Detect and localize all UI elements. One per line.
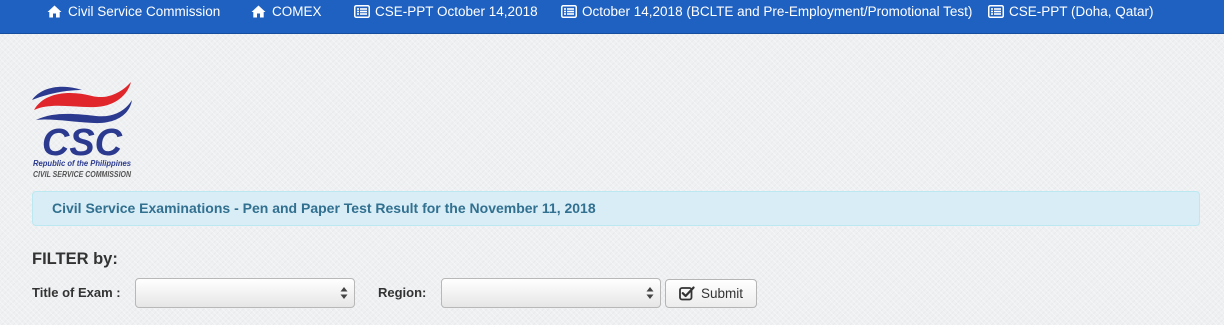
region-select[interactable] [441,278,661,308]
nav-item-comex[interactable]: COMEX [251,0,322,23]
alert-text: Civil Service Examinations - Pen and Pap… [52,200,596,216]
nav-item-bclte[interactable]: October 14,2018 (BCLTE and Pre-Employmen… [561,0,972,23]
exam-title-select[interactable] [135,278,355,308]
list-icon [988,5,1004,19]
home-icon [47,5,63,19]
list-icon [561,5,577,19]
nav-item-label: COMEX [272,4,322,19]
nav-item-civil-service-commission[interactable]: Civil Service Commission [47,0,220,23]
csc-logo: CSC Republic of the Philippines CIVIL SE… [30,80,134,182]
select-arrows-icon [340,286,348,300]
select-arrows-icon [646,286,654,300]
home-icon [251,5,267,19]
submit-label: Submit [700,286,744,301]
logo-line1: Republic of the Philippines [33,158,131,168]
filter-title: FILTER by: [32,250,118,268]
nav-item-label: CSE-PPT (Doha, Qatar) [1009,4,1154,19]
check-square-icon [679,286,695,301]
nav-item-label: CSE-PPT October 14,2018 [375,4,538,19]
nav-item-cse-ppt-doha[interactable]: CSE-PPT (Doha, Qatar) [988,0,1154,23]
logo-line2: CIVIL SERVICE COMMISSION [33,170,131,179]
nav-item-label: October 14,2018 (BCLTE and Pre-Employmen… [582,4,973,19]
info-alert: Civil Service Examinations - Pen and Pap… [32,191,1200,226]
top-navbar: Civil Service Commission COMEX CSE-PPT O… [0,0,1224,34]
exam-title-label: Title of Exam : [32,285,121,300]
nav-item-cse-ppt-october[interactable]: CSE-PPT October 14,2018 [354,0,538,23]
region-label: Region: [378,285,427,300]
nav-item-label: Civil Service Commission [68,4,221,19]
list-icon [354,5,370,19]
submit-button[interactable]: Submit [665,279,757,308]
